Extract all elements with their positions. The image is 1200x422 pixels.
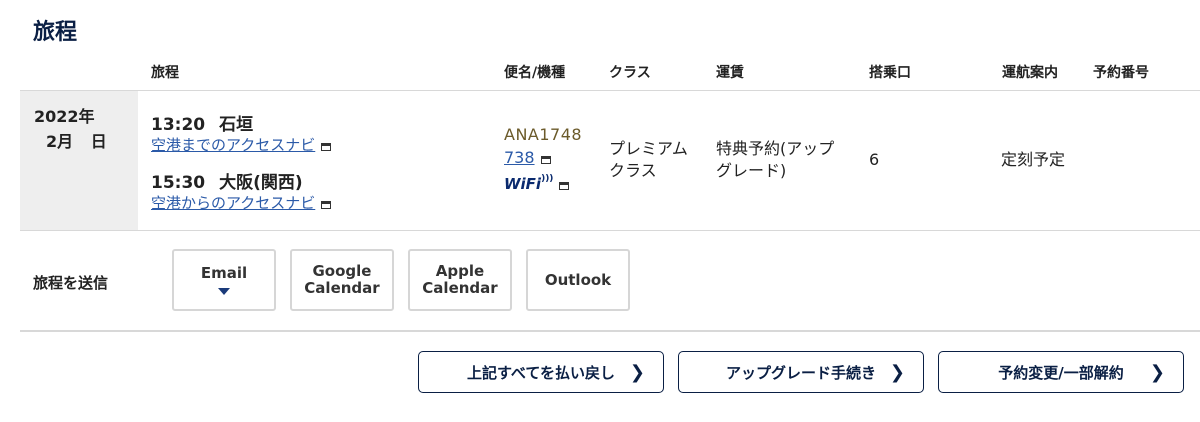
header-flight: 便名/機種	[504, 65, 566, 81]
gate-value: 6	[869, 150, 880, 169]
refund-all-button[interactable]: 上記すべてを払い戻し ❯	[418, 351, 664, 393]
header-gate: 搭乗口	[869, 65, 911, 81]
wifi-signal-icon: )))	[541, 174, 554, 184]
arrival-place: 大阪(関西)	[219, 173, 303, 193]
date-month-day: 2月 日	[46, 132, 107, 151]
change-reservation-label: 予約変更/一部解約	[998, 363, 1124, 382]
fare-line-1: 特典予約(アップ	[716, 139, 835, 158]
date-cell: 2022年 2月 日	[20, 91, 138, 230]
google-calendar-label-2: Calendar	[304, 279, 380, 297]
apple-calendar-label-1: Apple	[435, 262, 485, 280]
header-status: 運航案内	[1002, 65, 1058, 81]
header-fare: 運賃	[716, 65, 744, 81]
aircraft-link[interactable]: 738	[504, 148, 551, 167]
caret-down-icon	[218, 288, 230, 295]
access-from-airport-link[interactable]: 空港からのアクセスナビ	[151, 192, 332, 213]
apple-calendar-button[interactable]: Apple Calendar	[408, 249, 512, 311]
outlook-button[interactable]: Outlook	[526, 249, 630, 311]
arrival: 15:30 大阪(関西)	[151, 168, 303, 193]
access-from-airport-label: 空港からのアクセスナビ	[151, 194, 316, 212]
fare-cell: 特典予約(アップ グレード)	[716, 138, 834, 182]
wifi-label: WiFi	[504, 175, 542, 193]
itinerary-row: 2022年 2月 日 13:20 石垣 空港までのアクセスナビ 15:30 大阪(関…	[20, 90, 1200, 231]
header-itinerary: 旅程	[151, 65, 179, 81]
upgrade-button[interactable]: アップグレード手続き ❯	[678, 351, 924, 393]
aircraft-type: 738	[504, 148, 535, 167]
email-label: Email	[200, 264, 248, 282]
divider	[20, 330, 1200, 332]
window-icon	[321, 143, 332, 151]
chevron-right-icon: ❯	[1149, 362, 1165, 383]
page-title: 旅程	[33, 20, 78, 45]
chevron-right-icon: ❯	[889, 362, 905, 383]
arrival-time: 15:30	[151, 173, 206, 193]
class-cell: プレミアム クラス	[609, 138, 688, 182]
share-label: 旅程を送信	[33, 274, 109, 292]
access-to-airport-label: 空港までのアクセスナビ	[151, 136, 316, 154]
change-reservation-button[interactable]: 予約変更/一部解約 ❯	[938, 351, 1184, 393]
google-calendar-button[interactable]: Google Calendar	[290, 249, 394, 311]
header-booking: 予約番号	[1093, 65, 1149, 81]
class-line-2: クラス	[609, 161, 657, 180]
apple-calendar-label-2: Calendar	[422, 279, 498, 297]
date-year: 2022年	[34, 107, 95, 126]
upgrade-label: アップグレード手続き	[725, 363, 876, 382]
departure: 13:20 石垣	[151, 110, 253, 135]
window-icon	[559, 182, 570, 190]
email-button[interactable]: Email	[172, 249, 276, 311]
header-class: クラス	[609, 65, 651, 81]
access-to-airport-link[interactable]: 空港までのアクセスナビ	[151, 134, 332, 155]
window-icon	[540, 156, 551, 164]
status-value: 定刻予定	[1001, 150, 1066, 169]
class-line-1: プレミアム	[609, 139, 688, 158]
departure-place: 石垣	[219, 115, 254, 135]
chevron-right-icon: ❯	[629, 362, 645, 383]
departure-time: 13:20	[151, 115, 206, 135]
wifi-badge[interactable]: WiFi)))	[504, 174, 570, 193]
google-calendar-label-1: Google	[312, 262, 372, 280]
outlook-label: Outlook	[544, 270, 612, 289]
fare-line-2: グレード)	[716, 161, 787, 180]
window-icon	[321, 201, 332, 209]
refund-all-label: 上記すべてを払い戻し	[466, 363, 616, 382]
flight-number: ANA1748	[504, 125, 583, 144]
